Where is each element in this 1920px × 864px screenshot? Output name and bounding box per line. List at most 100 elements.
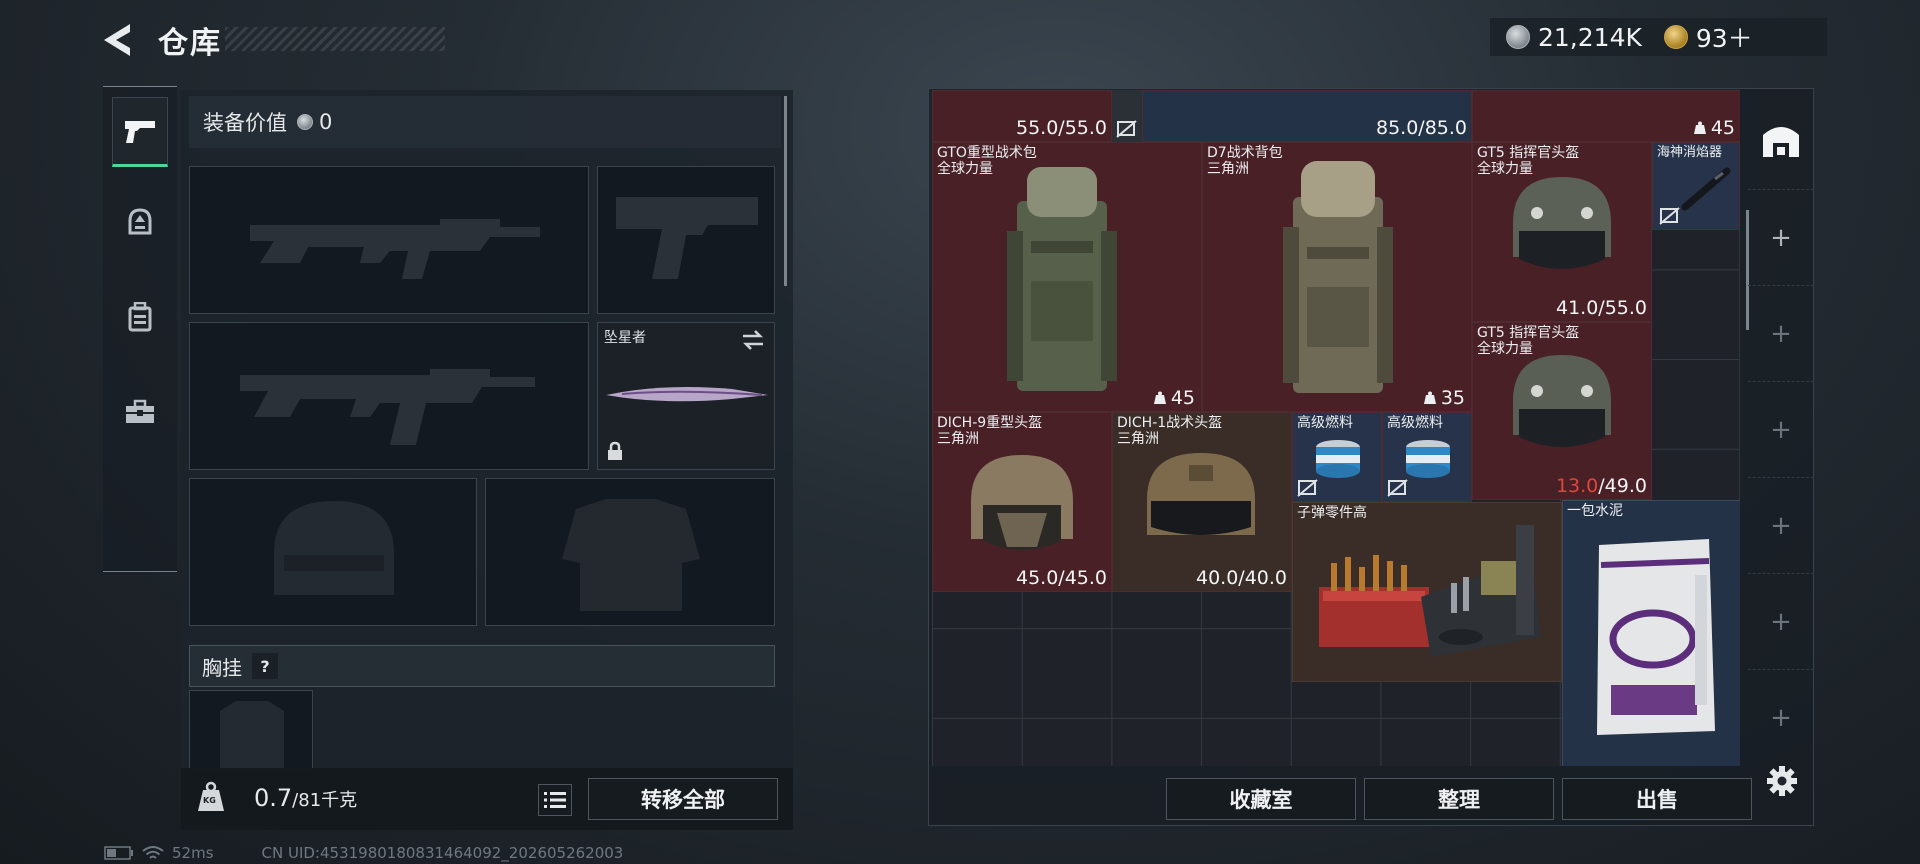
loadout-scrollbar[interactable] (784, 96, 787, 286)
stash-item-dich9-helmet[interactable]: DICH-9重型头盔 三角洲 45.0/45.0 (932, 412, 1112, 592)
item-count: 45 (1693, 117, 1735, 139)
stash-item-gt5-helmet-2[interactable]: GT5 指挥官头盔 全球力量 13.0/49.0 (1472, 322, 1652, 500)
add-stash-page-button[interactable]: + (1748, 190, 1814, 286)
weight-icon-text: KG (203, 796, 216, 805)
list-view-button[interactable] (538, 784, 572, 816)
gold-currency-value[interactable]: 93＋ (1696, 19, 1753, 55)
stash-item-bullet-parts[interactable]: 子弹零件高 (1292, 502, 1562, 682)
settings-button[interactable] (1765, 764, 1799, 798)
helmet-icon (128, 208, 152, 235)
toolbox-icon (126, 399, 154, 423)
stash-item-fuel-2[interactable]: 高级燃料 (1382, 412, 1472, 502)
weight-current: 0.7 (254, 784, 293, 812)
backpack-image (1283, 161, 1393, 393)
plus-icon: + (1770, 318, 1792, 349)
item-count-value: 35 (1440, 387, 1465, 409)
help-icon: ? (260, 656, 270, 676)
weight-icon: KG (194, 780, 228, 814)
plus-icon: + (1770, 222, 1792, 253)
secondary-weapon-slot[interactable] (189, 322, 589, 470)
helmet-slot[interactable] (189, 478, 477, 626)
helmet-image (1513, 177, 1611, 269)
silver-coin-icon (1506, 25, 1530, 49)
tab-armor[interactable] (112, 187, 168, 257)
list-icon (544, 792, 566, 808)
back-button[interactable] (100, 20, 136, 60)
melee-name: 坠星者 (604, 330, 646, 346)
equipment-value-bar: 装备价值 0 (189, 96, 781, 148)
tab-backpack[interactable] (112, 282, 168, 352)
no-insurance-icon (1116, 120, 1137, 138)
no-insurance-icon (1659, 207, 1680, 225)
add-stash-page-button[interactable]: + (1748, 670, 1814, 766)
item-count: 35 (1423, 387, 1465, 409)
stash-item-fuel-1[interactable]: 高级燃料 (1292, 412, 1382, 502)
plus-icon: + (1770, 414, 1792, 445)
chest-rig-slot[interactable] (189, 690, 313, 771)
plus-icon: + (1770, 606, 1792, 637)
helmet-image (1513, 355, 1611, 447)
plus-icon: + (1770, 510, 1792, 541)
weight-small-icon (1423, 391, 1436, 404)
item-name: D7战术背包 三角洲 (1207, 145, 1283, 177)
body-armor-slot[interactable] (485, 478, 775, 626)
helmet-image (1147, 453, 1255, 535)
back-arrow-icon (104, 24, 130, 56)
item-durability: 41.0/55.0 (1555, 297, 1647, 319)
cement-bag-image (1597, 539, 1715, 735)
item-name: 一包水泥 (1567, 503, 1623, 519)
pistol-icon (125, 121, 155, 143)
backpack-image (1007, 167, 1117, 391)
no-insurance-icon (1297, 479, 1318, 497)
gear-icon (1767, 766, 1797, 796)
stash-item-top-1[interactable]: 55.0/55.0 (932, 90, 1112, 142)
item-count-value: 45 (1710, 117, 1735, 139)
item-durability: 40.0/40.0 (1195, 567, 1287, 589)
item-name: 海神消焰器 (1657, 145, 1723, 160)
add-stash-page-button[interactable]: + (1748, 574, 1814, 670)
gold-coin-icon (1663, 25, 1688, 49)
plus-icon: + (1770, 703, 1792, 733)
armor-silhouette-icon (562, 499, 700, 611)
stash-item-dich1-helmet[interactable]: DICH-1战术头盔 三角洲 40.0/40.0 (1112, 412, 1292, 592)
add-stash-page-button[interactable]: + (1748, 286, 1814, 382)
stash-item-top-2[interactable]: 85.0/85.0 (1142, 90, 1472, 142)
stash-item-gto-bag[interactable]: GTO重型战术包 全球力量 45 (932, 142, 1202, 412)
stash-item-cement[interactable]: 一包水泥 (1562, 500, 1740, 766)
knife-image (606, 387, 768, 402)
uid-text: CN UID:4531980180831464092_202605262003 (261, 844, 624, 862)
stash-page-rail: + + + + + + (1748, 90, 1814, 766)
item-name: 高级燃料 (1387, 415, 1443, 431)
weight-small-icon (1153, 391, 1166, 404)
add-stash-page-button[interactable]: + (1748, 478, 1814, 574)
ping-text: 52ms (172, 844, 214, 862)
stash-page-1-button[interactable] (1748, 90, 1814, 190)
collection-room-button[interactable]: 收藏室 (1166, 778, 1356, 820)
pistol-slot[interactable] (597, 166, 775, 314)
item-count: 45 (1153, 387, 1195, 409)
help-button[interactable]: ? (252, 653, 278, 679)
stash-item-silencer[interactable]: 海神消焰器 (1652, 142, 1740, 230)
swap-icon[interactable] (740, 329, 766, 351)
tab-toolbox[interactable] (112, 377, 168, 447)
sell-button[interactable]: 出售 (1562, 778, 1752, 820)
primary-weapon-slot[interactable] (189, 166, 589, 314)
rifle-silhouette-icon (240, 369, 535, 445)
stash-item-gt5-helmet-1[interactable]: GT5 指挥官头盔 全球力量 41.0/55.0 (1472, 142, 1652, 322)
helmet-image (971, 455, 1073, 550)
helmet-silhouette-icon (274, 501, 394, 595)
tab-weapons[interactable] (112, 97, 168, 167)
item-durability: 45.0/45.0 (1015, 567, 1107, 589)
currency-bar: 21,214K 93＋ (1490, 18, 1827, 56)
stash-item-top-3[interactable]: 45 (1472, 90, 1740, 142)
add-stash-page-button[interactable]: + (1748, 382, 1814, 478)
weight-display: 0.7/81千克 (254, 784, 357, 812)
stash-item-d7-bag[interactable]: D7战术背包 三角洲 35 (1202, 142, 1472, 412)
item-durability: 85.0/85.0 (1375, 117, 1467, 139)
stash-grid[interactable]: 55.0/55.0 85.0/85.0 45 GTO重型战术包全球力量 45 (932, 90, 1740, 766)
sort-button[interactable]: 整理 (1364, 778, 1554, 820)
item-name: 高级燃料 (1297, 415, 1353, 431)
melee-slot[interactable]: 坠星者 (597, 322, 775, 470)
transfer-all-button[interactable]: 转移全部 (588, 778, 778, 820)
title-decoration (225, 27, 445, 51)
